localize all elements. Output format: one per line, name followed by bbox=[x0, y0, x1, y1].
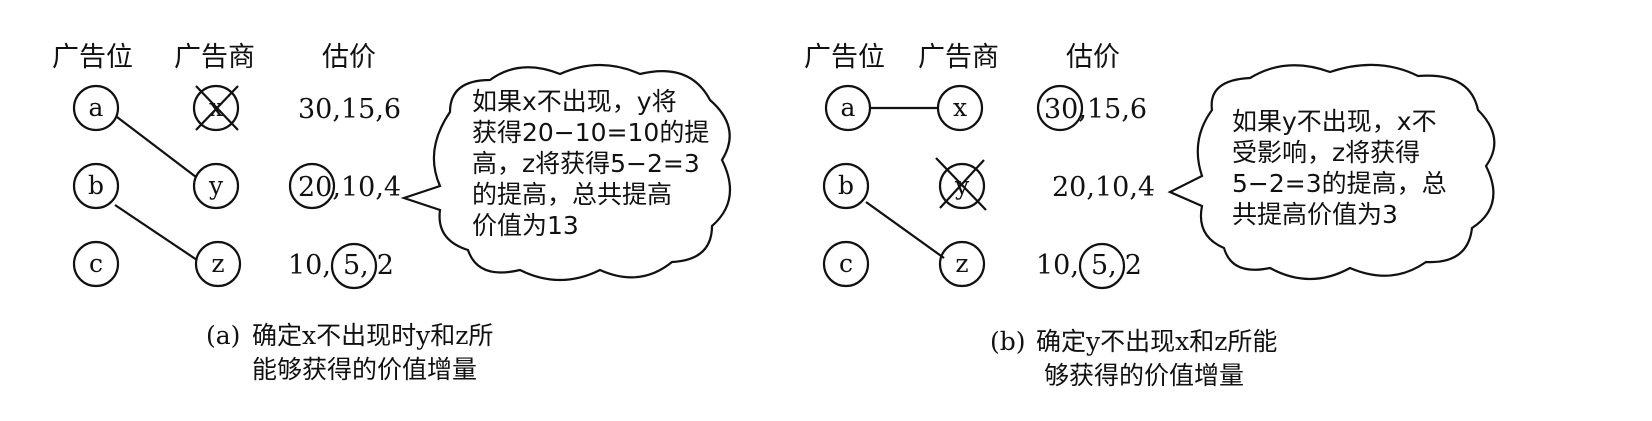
bid-row-y: 20,10,4 bbox=[298, 172, 401, 203]
caption-line2: 能够获得的价值增量 bbox=[252, 355, 477, 384]
cloud-note: 如果x不出现，y将 获得20−10=10的提 高，z将获得5−2=3 的提高，总… bbox=[472, 87, 717, 240]
header-advertiser: 广告商 bbox=[174, 42, 255, 73]
advertiser-label: y bbox=[208, 171, 224, 200]
slot-label: c bbox=[839, 249, 853, 278]
advertiser-label: z bbox=[211, 249, 224, 278]
edge-b-z bbox=[865, 201, 945, 259]
cloud-note: 如果y不出现，x不 受影响，z将获得 5−2=3的提高，总 共提高价值为3 bbox=[1232, 107, 1455, 229]
slot-label: b bbox=[88, 171, 104, 200]
bid-row-z: 10, 5, 2 bbox=[1036, 250, 1142, 281]
header-advertiser: 广告商 bbox=[918, 42, 999, 73]
bid-row-z: 10, 5, 2 bbox=[288, 250, 394, 281]
header-slot: 广告位 bbox=[804, 42, 885, 73]
edge-b-z bbox=[114, 204, 198, 261]
panel-a: 广告位 广告商 估价 a b c x y z 30,15,6 20,10,4 1… bbox=[52, 42, 732, 384]
advertiser-node-y: y bbox=[192, 162, 240, 210]
bid-row-x: 30,15,6 bbox=[1044, 94, 1147, 125]
slot-label: c bbox=[89, 249, 103, 278]
caption-line2: 够获得的价值增量 bbox=[1044, 361, 1244, 390]
caption-line1: 确定y不出现x和z所能 bbox=[1036, 327, 1277, 356]
panel-b: 广告位 广告商 估价 a b c x y z 30,15,6 20,10,4 1… bbox=[804, 42, 1496, 390]
bid-row-x: 30,15,6 bbox=[298, 94, 401, 125]
slot-node-b: b bbox=[822, 162, 870, 210]
slot-label: a bbox=[89, 93, 104, 122]
caption-label: (a) bbox=[206, 321, 240, 350]
header-bid: 估价 bbox=[322, 42, 376, 73]
caption-label: (b) bbox=[990, 327, 1026, 356]
caption-line1: 确定x不出现时y和z所 bbox=[252, 321, 493, 350]
value-increment-diagram: 广告位 广告商 估价 a b c x y z 30,15,6 20,10,4 1… bbox=[52, 42, 1496, 390]
advertiser-node-x-removed: x bbox=[192, 84, 240, 132]
edge-a-y bbox=[116, 116, 197, 178]
header-slot: 广告位 bbox=[52, 42, 133, 73]
advertiser-node-y-removed: y bbox=[935, 157, 987, 211]
slot-label: b bbox=[838, 171, 854, 200]
slot-node-b: b bbox=[72, 162, 120, 210]
advertiser-node-z: z bbox=[938, 240, 986, 288]
slot-label: a bbox=[841, 93, 856, 122]
slot-node-a: a bbox=[72, 84, 120, 132]
advertiser-label: x bbox=[953, 93, 967, 122]
slot-node-c: c bbox=[822, 240, 870, 288]
advertiser-label: z bbox=[955, 249, 968, 278]
bid-row-y: 20,10,4 bbox=[1052, 172, 1155, 203]
advertiser-node-z: z bbox=[194, 240, 242, 288]
slot-node-a: a bbox=[824, 84, 872, 132]
slot-node-c: c bbox=[72, 240, 120, 288]
advertiser-node-x: x bbox=[936, 84, 984, 132]
header-bid: 估价 bbox=[1066, 42, 1120, 73]
